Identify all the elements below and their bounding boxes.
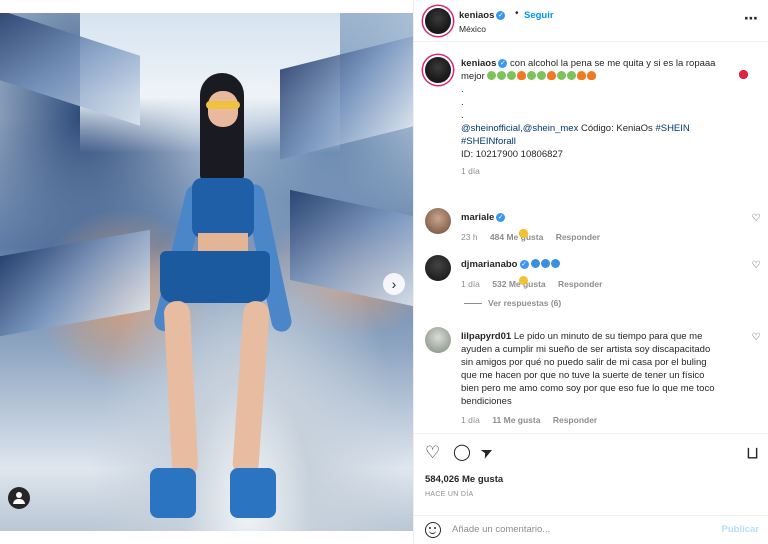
comment-emojis <box>519 259 561 285</box>
commenter-username[interactable]: mariale <box>461 212 494 223</box>
like-comment-icon[interactable]: ♡ <box>751 261 761 271</box>
blue-emoji-icon <box>541 259 551 268</box>
caption-avatar[interactable] <box>425 57 451 83</box>
post-image[interactable]: › <box>0 13 413 531</box>
face-emoji-icon <box>519 276 528 285</box>
alien-emoji-icon <box>487 71 497 80</box>
alien-emoji-icon <box>497 71 507 80</box>
post-location[interactable]: México <box>459 24 486 34</box>
fire-emoji-icon <box>547 71 557 80</box>
like-comment-icon[interactable]: ♡ <box>751 333 761 343</box>
caption-text-line2: mejor <box>461 71 485 82</box>
blue-emoji-icon <box>531 259 541 268</box>
fire-emoji-icon <box>577 71 587 80</box>
post-header: keniaos ✓ • Seguir México ⋯ <box>414 0 768 42</box>
heart-emoji-icon <box>739 70 748 79</box>
caption-id: ID: 10217900 10806827 <box>461 149 563 160</box>
hashtag-link[interactable]: #SHEIN <box>655 123 689 134</box>
alien-emoji-icon <box>557 71 567 80</box>
blue-emoji-icon <box>551 259 561 268</box>
comment-input[interactable] <box>452 524 712 535</box>
add-comment-bar: Publicar <box>414 515 768 544</box>
author-avatar[interactable] <box>425 8 451 34</box>
share-icon[interactable]: ➤ <box>478 442 497 464</box>
post-actions-bar: ♡ ◯ ➤ ⊓ 584,026 Me gusta HACE UN DÍA <box>414 433 768 505</box>
author-username[interactable]: keniaos <box>459 10 494 21</box>
reply-button[interactable]: Responder <box>556 232 600 242</box>
author-username-row[interactable]: keniaos ✓ <box>459 10 506 21</box>
more-options-icon[interactable]: ⋯ <box>744 10 758 27</box>
likes-count[interactable]: 584,026 Me gusta <box>425 474 503 485</box>
tagged-users-icon[interactable] <box>8 487 30 509</box>
alien-emoji-icon <box>527 71 537 80</box>
alien-emoji-icon <box>537 71 547 80</box>
reply-button[interactable]: Responder <box>558 279 602 289</box>
caption-dot: . <box>461 97 464 108</box>
comment-likes[interactable]: 11 Me gusta <box>492 415 540 425</box>
commenter-username[interactable]: lilpapyrd01 <box>461 331 511 342</box>
alien-emoji-icon <box>507 71 517 80</box>
caption-mentions[interactable]: @sheinofficial,@shein_mex <box>461 123 578 134</box>
verified-badge-icon: ✓ <box>498 58 508 68</box>
comment-likes[interactable]: 484 Me gusta <box>490 232 543 242</box>
verified-badge-icon: ✓ <box>496 212 506 222</box>
model-figure <box>150 73 294 523</box>
post-media-area: › <box>0 0 413 544</box>
commenter-avatar[interactable] <box>425 327 451 353</box>
reply-button[interactable]: Responder <box>553 415 597 425</box>
caption-dot: . <box>461 84 464 95</box>
next-image-button[interactable]: › <box>383 273 405 295</box>
caption-code: Código: KeniaOs <box>580 123 653 134</box>
caption-time[interactable]: 1 día <box>461 166 480 176</box>
hashtag-link[interactable]: #SHEINforall <box>461 136 516 147</box>
mirror-shard <box>0 229 150 337</box>
like-comment-icon[interactable]: ♡ <box>751 214 761 224</box>
emoji-picker-icon[interactable] <box>425 522 441 538</box>
publish-button[interactable]: Publicar <box>722 524 760 535</box>
verified-badge-icon: ✓ <box>496 10 506 20</box>
view-replies-button[interactable]: Ver respuestas (6) <box>464 298 561 308</box>
comment-text: Le pido un minuto de su tiempo para que … <box>461 331 715 407</box>
posted-time[interactable]: HACE UN DÍA <box>425 491 473 498</box>
comments-list[interactable]: keniaos ✓ con alcohol la pena se me quita… <box>414 43 768 433</box>
fire-emoji-icon <box>587 71 597 80</box>
post-caption: keniaos ✓ con alcohol la pena se me quita… <box>461 57 757 178</box>
verified-badge-icon: ✓ <box>519 259 529 269</box>
save-icon[interactable]: ⊓ <box>746 444 759 463</box>
fire-emoji-icon <box>517 71 527 80</box>
caption-text-line1: con alcohol la pena se me quita y si es … <box>510 58 716 69</box>
comment-time[interactable]: 23 h <box>461 232 478 242</box>
caption-dot: . <box>461 110 464 121</box>
follow-button[interactable]: Seguir <box>524 10 554 21</box>
commenter-avatar[interactable] <box>425 208 451 234</box>
comment-icon[interactable]: ◯ <box>453 444 471 462</box>
caption-emojis <box>487 70 748 82</box>
commenter-avatar[interactable] <box>425 255 451 281</box>
header-separator: • <box>515 8 519 19</box>
like-post-icon[interactable]: ♡ <box>425 444 440 462</box>
alien-emoji-icon <box>567 71 577 80</box>
comment-time[interactable]: 1 día <box>461 415 480 425</box>
post-details-panel: keniaos ✓ • Seguir México ⋯ keniaos ✓ con … <box>413 0 768 544</box>
face-emoji-icon <box>519 229 528 238</box>
comment-time[interactable]: 1 día <box>461 279 480 289</box>
commenter-username[interactable]: djmarianabo <box>461 259 518 270</box>
caption-username[interactable]: keniaos <box>461 58 496 69</box>
